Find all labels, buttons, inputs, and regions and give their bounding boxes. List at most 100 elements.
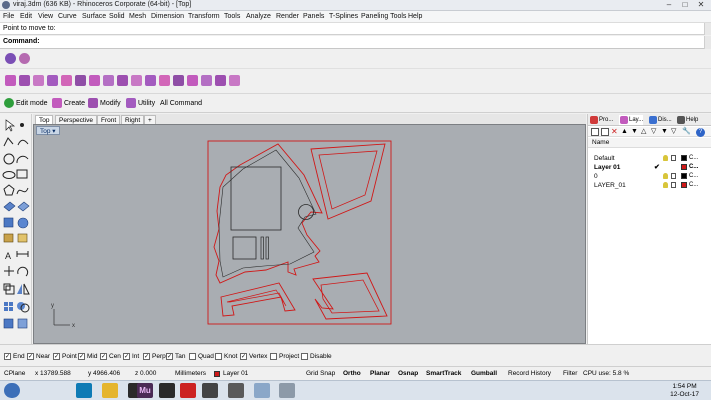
- arc-icon[interactable]: [16, 155, 29, 164]
- tool-14-icon[interactable]: [187, 75, 198, 86]
- toggle-grid-snap[interactable]: Grid Snap: [306, 370, 335, 377]
- rotate-icon[interactable]: [17, 266, 29, 277]
- slot-1[interactable]: [260, 236, 264, 260]
- array-icon[interactable]: [4, 302, 13, 311]
- start-icon[interactable]: [4, 383, 20, 398]
- menu-solid[interactable]: Solid: [109, 13, 125, 20]
- menu-surface[interactable]: Surface: [82, 13, 106, 20]
- mirror-icon[interactable]: [17, 283, 30, 295]
- osnap-end[interactable]: ✓ End: [4, 352, 25, 361]
- dimension-icon[interactable]: [16, 251, 29, 257]
- maximize-icon[interactable]: □: [677, 0, 693, 10]
- mesh-icon[interactable]: [3, 233, 14, 243]
- bulb-icon[interactable]: [663, 155, 668, 161]
- top-right-quad-inner[interactable]: [318, 150, 378, 210]
- folder-icon[interactable]: [102, 383, 118, 398]
- text-icon[interactable]: A: [5, 251, 11, 261]
- layer-material[interactable]: C...: [689, 182, 698, 188]
- checkbox[interactable]: [301, 352, 308, 360]
- toggle-osnap[interactable]: Osnap: [398, 370, 418, 377]
- sphere-icon[interactable]: [17, 217, 29, 229]
- tool-8-icon[interactable]: [103, 75, 114, 86]
- small-rectangle[interactable]: [232, 236, 257, 260]
- inner-outline-curve[interactable]: [218, 149, 317, 278]
- tab-layers[interactable]: Lay...: [619, 115, 644, 125]
- tab-front[interactable]: Front: [97, 115, 121, 124]
- filter-3-icon[interactable]: ▽: [671, 128, 679, 136]
- muse-icon[interactable]: Mu: [137, 383, 153, 398]
- osnap-int[interactable]: ✓ Int: [123, 352, 139, 361]
- toggle-gumball[interactable]: Gumball: [471, 370, 497, 377]
- checkbox[interactable]: ✓: [78, 352, 85, 360]
- polyline-icon[interactable]: [3, 137, 14, 147]
- tool-12-icon[interactable]: [159, 75, 170, 86]
- menu-tools[interactable]: Tools: [224, 13, 240, 20]
- scale-icon[interactable]: [3, 283, 15, 295]
- move-icon[interactable]: [4, 266, 14, 276]
- menu-file[interactable]: File: [3, 13, 14, 20]
- osnap-disable[interactable]: Disable: [301, 352, 332, 361]
- tool-2-icon[interactable]: [19, 75, 30, 86]
- main-outline-curve[interactable]: [213, 143, 323, 284]
- cplane-label[interactable]: CPlane: [4, 370, 25, 377]
- osnap-point[interactable]: ✓ Point: [53, 352, 77, 361]
- checkbox[interactable]: [270, 352, 277, 360]
- top-right-quad[interactable]: [310, 143, 386, 220]
- move-up-icon[interactable]: ▲: [621, 128, 629, 136]
- mesh-2-icon[interactable]: [17, 233, 28, 243]
- checkbox[interactable]: [189, 352, 196, 360]
- app-2-icon[interactable]: [279, 383, 295, 398]
- point-icon[interactable]: [20, 123, 24, 127]
- bottom-left-shape[interactable]: [220, 282, 296, 317]
- tab-help[interactable]: Help: [676, 115, 698, 125]
- bulb-icon[interactable]: [663, 182, 668, 188]
- checkbox[interactable]: ✓: [100, 352, 107, 360]
- osnap-cen[interactable]: ✓ Cen: [100, 352, 121, 361]
- layer-row-default[interactable]: Default C...: [588, 154, 711, 163]
- tool-9-icon[interactable]: [117, 75, 128, 86]
- tab-create[interactable]: Create: [52, 98, 85, 110]
- menu-panels[interactable]: Panels: [303, 13, 324, 20]
- lock-icon[interactable]: [671, 155, 676, 161]
- current-layer-color[interactable]: [214, 371, 220, 377]
- osnap-vertex[interactable]: ✓ Vertex: [240, 352, 267, 361]
- command-line[interactable]: Command:: [0, 36, 711, 49]
- tool-5-icon[interactable]: [61, 75, 72, 86]
- menu-edit[interactable]: Edit: [20, 13, 32, 20]
- toggle-smarttrack[interactable]: SmartTrack: [426, 370, 461, 377]
- rectangle-icon[interactable]: [16, 169, 28, 179]
- new-layer-icon[interactable]: [591, 128, 599, 136]
- system-clock[interactable]: 1:54 PM 12-Oct-17: [670, 383, 699, 399]
- layer-material[interactable]: C...: [689, 164, 698, 170]
- checkbox[interactable]: ✓: [143, 352, 150, 360]
- history-scrollbar[interactable]: [704, 23, 711, 35]
- toggle-record-history[interactable]: Record History: [508, 370, 551, 377]
- tab-top[interactable]: Top: [35, 115, 54, 124]
- join-icon[interactable]: [3, 318, 14, 329]
- polygon-icon[interactable]: [3, 184, 15, 196]
- tool-4-icon[interactable]: [47, 75, 58, 86]
- tsplines-torus-icon[interactable]: [19, 53, 30, 64]
- adobe-icon[interactable]: [159, 383, 175, 398]
- layer-color-swatch[interactable]: [681, 182, 687, 188]
- checkbox[interactable]: ✓: [123, 352, 130, 360]
- tool-11-icon[interactable]: [145, 75, 156, 86]
- close-icon[interactable]: ✕: [693, 0, 709, 10]
- layer-material[interactable]: C...: [689, 173, 698, 179]
- surface-2-icon[interactable]: [17, 201, 30, 212]
- menu-transform[interactable]: Transform: [188, 13, 220, 20]
- menu-render[interactable]: Render: [276, 13, 299, 20]
- checkbox[interactable]: ✓: [166, 352, 173, 360]
- tsplines-sphere-icon[interactable]: [5, 53, 16, 64]
- menu-mesh[interactable]: Mesh: [129, 13, 146, 20]
- toggle-filter[interactable]: Filter: [563, 370, 577, 377]
- photos-icon[interactable]: [254, 383, 270, 398]
- add-viewport-tab[interactable]: +: [144, 115, 156, 124]
- layer-material[interactable]: C...: [689, 155, 698, 161]
- move-down-icon[interactable]: ▼: [631, 128, 639, 136]
- curve-icon[interactable]: [17, 139, 29, 146]
- menu-help[interactable]: Help: [408, 13, 422, 20]
- menu-analyze[interactable]: Analyze: [246, 13, 271, 20]
- filter-icon[interactable]: ▽: [651, 128, 659, 136]
- command-scrollbar[interactable]: [704, 36, 711, 49]
